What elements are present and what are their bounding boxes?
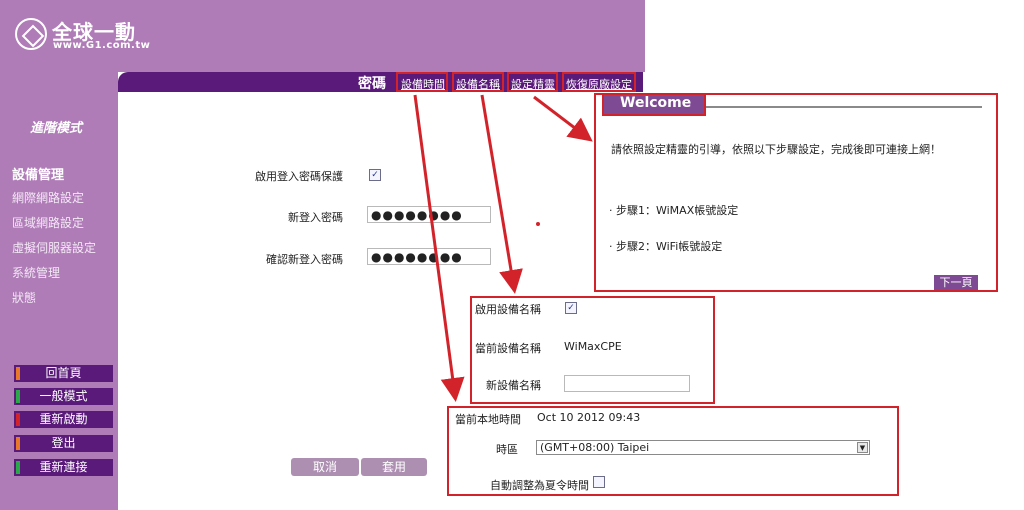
highlight-setup-wizard (507, 72, 558, 92)
enable-password-label: 啟用登入密碼保護 (255, 170, 343, 183)
apply-button[interactable]: 套用 (361, 458, 427, 476)
welcome-intro: 請依照設定精靈的引導，依照以下步驟設定，完成後即可連接上網！ (611, 143, 941, 156)
reconnect-button[interactable]: 重新連接 (14, 459, 113, 476)
current-device-name-label: 當前設備名稱 (475, 342, 541, 355)
reboot-button-label: 重新啟動 (39, 412, 88, 426)
timezone-value: (GMT+08:00) Taipei (540, 441, 650, 454)
welcome-panel (594, 93, 998, 292)
logo-subtitle: www.G1.com.tw (53, 40, 151, 51)
current-device-name-value: WiMaxCPE (564, 340, 622, 353)
confirm-password-input[interactable]: ●●●●●●●● (367, 248, 491, 265)
new-password-input[interactable]: ●●●●●●●● (367, 206, 491, 223)
timezone-select[interactable]: (GMT+08:00) Taipei ▼ (536, 440, 870, 455)
dst-checkbox[interactable] (593, 476, 605, 488)
status-marker (16, 437, 20, 450)
sidebar-item-device-management[interactable]: 設備管理 (12, 164, 64, 183)
sidebar-item-system-management[interactable]: 系統管理 (12, 264, 60, 281)
home-button[interactable]: 回首頁 (14, 365, 113, 382)
status-marker (16, 390, 20, 403)
enable-device-name-label: 啟用設備名稱 (475, 303, 541, 316)
local-time-value: Oct 10 2012 09:43 (537, 411, 641, 424)
sidebar-item-status[interactable]: 狀態 (12, 289, 36, 306)
next-page-button[interactable]: 下一頁 (934, 275, 978, 290)
divider (706, 106, 982, 108)
welcome-title: Welcome (602, 95, 706, 116)
arrow-to-welcome-panel (533, 95, 593, 142)
new-password-label: 新登入密碼 (288, 211, 343, 224)
new-device-name-label: 新設備名稱 (486, 379, 541, 392)
status-marker (16, 367, 20, 380)
page-title: 密碼 (358, 76, 386, 92)
new-device-name-input[interactable] (564, 375, 690, 392)
enable-password-checkbox[interactable]: ✓ (369, 169, 381, 181)
cancel-button[interactable]: 取消 (291, 458, 359, 476)
dst-label: 自動調整為夏令時間 (490, 479, 589, 492)
enable-device-name-checkbox[interactable]: ✓ (565, 302, 577, 314)
timezone-label: 時區 (496, 443, 518, 456)
home-button-label: 回首頁 (45, 366, 82, 380)
welcome-step-1: · 步驟1：WiMAX帳號設定 (609, 204, 739, 217)
highlight-factory-reset (562, 72, 636, 92)
sidebar-item-virtual-server[interactable]: 虛擬伺服器設定 (12, 239, 96, 256)
annotation-dot (536, 222, 540, 226)
basic-mode-button-label: 一般模式 (39, 389, 88, 403)
highlight-device-time (396, 72, 448, 92)
basic-mode-button[interactable]: 一般模式 (14, 388, 113, 405)
status-marker (16, 461, 20, 474)
reboot-button[interactable]: 重新啟動 (14, 411, 113, 428)
welcome-step-2: · 步驟2：WiFi帳號設定 (609, 240, 723, 253)
local-time-label: 當前本地時間 (455, 413, 521, 426)
mode-title: 進階模式 (30, 121, 83, 136)
sidebar-item-internet-settings[interactable]: 網際網路設定 (12, 189, 84, 206)
reconnect-button-label: 重新連接 (39, 460, 88, 474)
arrow-to-time-panel (413, 94, 465, 402)
highlight-device-name (452, 72, 504, 92)
logout-button-label: 登出 (51, 436, 76, 450)
status-marker (16, 413, 20, 426)
sidebar-item-lan-settings[interactable]: 區域網路設定 (12, 214, 84, 231)
logout-button[interactable]: 登出 (14, 435, 113, 452)
confirm-password-label: 確認新登入密碼 (266, 253, 343, 266)
chevron-down-icon[interactable]: ▼ (857, 442, 868, 453)
logo-icon (15, 18, 47, 50)
